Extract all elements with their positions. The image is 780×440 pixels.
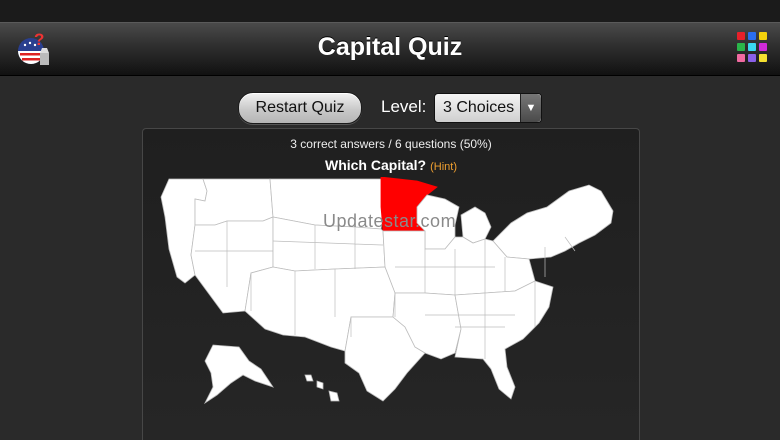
grid-cell <box>737 54 745 62</box>
grid-cell <box>759 32 767 40</box>
level-label: Level: <box>381 97 427 116</box>
state-hawaii[interactable] <box>304 374 340 402</box>
state-southeast[interactable] <box>454 280 554 400</box>
question-text: Which Capital? <box>324 157 427 173</box>
grid-cell <box>737 32 745 40</box>
state-northwest[interactable] <box>194 178 274 226</box>
status-bar <box>0 0 780 22</box>
grid-cell <box>748 54 756 62</box>
grid-cell <box>759 43 767 51</box>
dropdown-arrow-icon[interactable]: ▼ <box>520 94 541 122</box>
score-text: 3 correct answers / 6 questions (50%) <box>290 137 492 151</box>
grid-cell <box>759 54 767 62</box>
level-dropdown[interactable]: 3 Choices ▼ <box>434 93 542 123</box>
restart-quiz-button[interactable]: Restart Quiz <box>238 92 362 124</box>
color-grid-icon[interactable] <box>737 32 769 64</box>
quiz-controls: Restart Quiz Level: 3 Choices ▼ <box>0 92 780 124</box>
state-michigan[interactable] <box>460 206 492 244</box>
state-alaska[interactable] <box>203 344 274 405</box>
level-dropdown-value: 3 Choices <box>443 99 515 116</box>
watermark-text: Updatestar.com <box>323 211 456 231</box>
title-bar: ? Capital Quiz <box>0 22 780 76</box>
state-northeast[interactable] <box>492 184 614 260</box>
us-map: Updatestar.com <box>160 177 614 405</box>
quiz-panel: 3 correct answers / 6 questions (50%) Wh… <box>142 128 640 440</box>
question-prompt: Which Capital? (Hint) <box>143 157 639 173</box>
grid-cell <box>737 43 745 51</box>
page-title: Capital Quiz <box>317 33 463 61</box>
grid-cell <box>748 43 756 51</box>
hint-link[interactable]: (Hint) <box>430 161 457 173</box>
grid-cell <box>748 32 756 40</box>
